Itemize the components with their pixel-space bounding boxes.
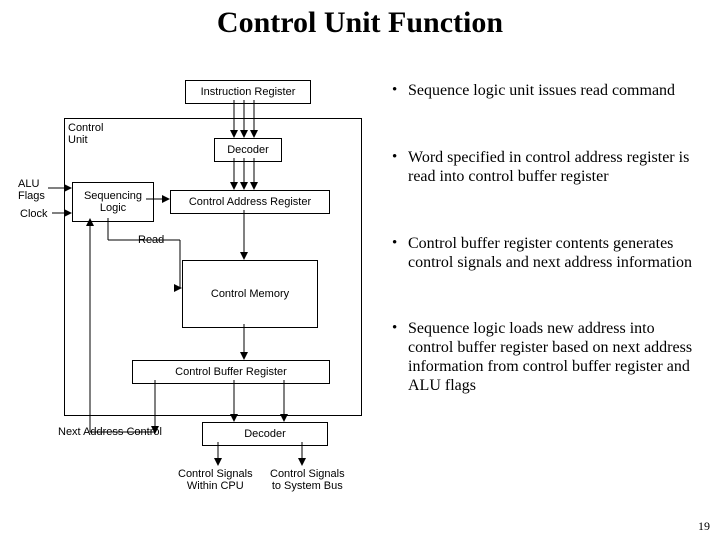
bullet-item: Control buffer register contents generat… [388, 235, 702, 273]
bullet-item: Sequence logic unit issues read command [388, 82, 702, 101]
diagram-wires [10, 80, 374, 500]
slide-title: Control Unit Function [0, 6, 720, 40]
bullet-item: Sequence logic loads new address into co… [388, 320, 702, 396]
page-number: 19 [698, 519, 710, 534]
bullet-item: Word specified in control address regist… [388, 149, 702, 187]
bullet-list: Sequence logic unit issues read command … [388, 82, 702, 444]
control-unit-diagram: Instruction Register Decoder Sequencing … [10, 80, 374, 500]
